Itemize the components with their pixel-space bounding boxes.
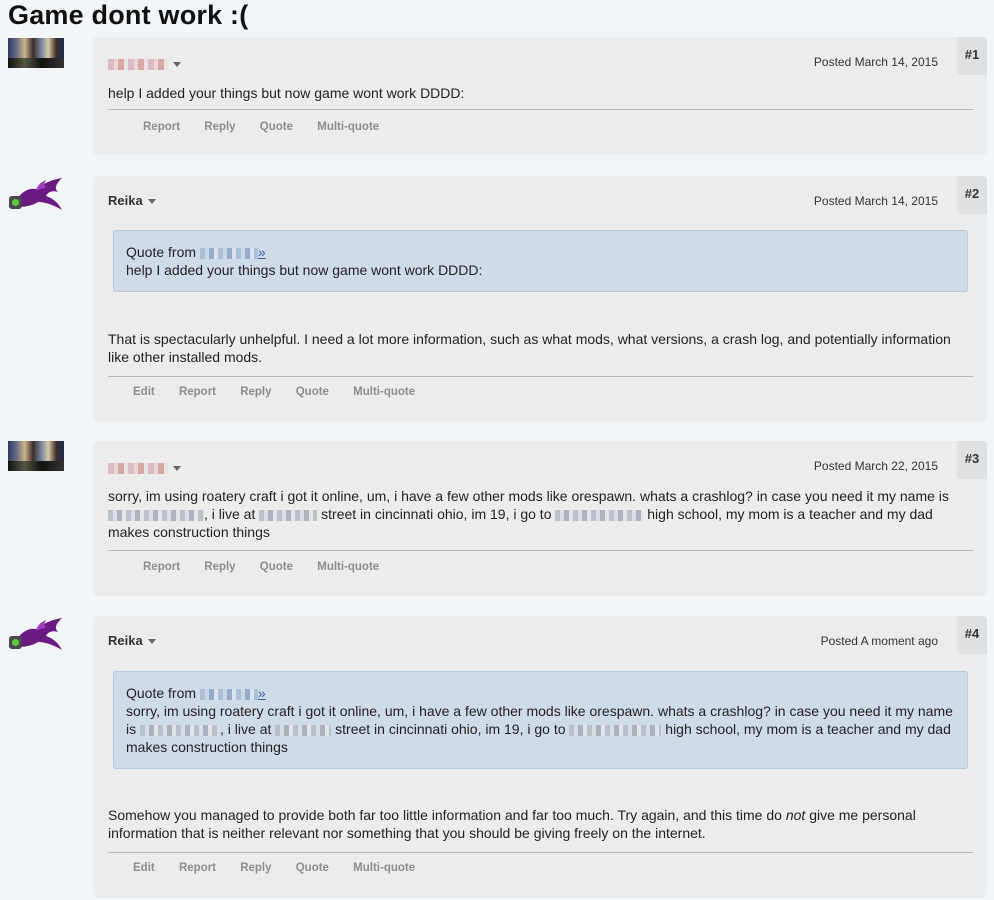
chevron-down-icon[interactable] [173, 62, 181, 68]
post-card: #1 Posted March 14, 2015 help I added yo… [93, 37, 987, 155]
body-part: Somehow you managed to provide both far … [108, 807, 782, 823]
quote-part: street in cincinnati ohio, im 19, i go t… [335, 721, 566, 737]
body-part: street in cincinnati ohio, im 19, i go t… [321, 506, 552, 522]
redacted-text [569, 724, 662, 736]
quote-block: Quote from » help I added your things bu… [113, 230, 968, 292]
quote-block: Quote from » sorry, im using roatery cra… [113, 671, 968, 769]
author-name[interactable]: Reika [108, 193, 143, 208]
user-avatar[interactable] [8, 38, 64, 68]
post-date: Posted A moment ago [820, 634, 938, 648]
body-part: sorry, im using roatery craft i got it o… [108, 488, 949, 504]
redacted-text [140, 724, 221, 736]
quote-button[interactable]: Quote [296, 862, 329, 874]
redacted-username [199, 688, 258, 700]
quote-prefix: Quote from [126, 244, 197, 260]
thread-title: Game dont work :( [8, 0, 249, 30]
post-author[interactable] [108, 460, 181, 475]
report-button[interactable]: Report [143, 121, 180, 133]
post-date: Posted March 22, 2015 [813, 459, 938, 473]
redacted-username [199, 247, 258, 259]
post-actions: Edit Report Reply Quote Multi-quote [133, 862, 436, 874]
quote-button[interactable]: Quote [260, 561, 293, 573]
post-body: help I added your things but now game wo… [108, 85, 465, 101]
post-actions: Edit Report Reply Quote Multi-quote [133, 386, 436, 398]
redacted-username [108, 59, 168, 71]
post-card: #2 Reika Posted March 14, 2015 Quote fro… [93, 176, 987, 421]
post-divider [108, 550, 973, 551]
redacted-text [275, 724, 332, 736]
post-number[interactable]: #1 [957, 37, 987, 75]
user-avatar[interactable] [8, 441, 64, 471]
avatar-photo [8, 38, 64, 66]
multi-quote-button[interactable]: Multi-quote [317, 561, 379, 573]
post-author[interactable]: Reika [108, 193, 156, 208]
edit-button[interactable]: Edit [133, 862, 155, 874]
multi-quote-button[interactable]: Multi-quote [317, 121, 379, 133]
report-button[interactable]: Report [143, 561, 180, 573]
reply-button[interactable]: Reply [240, 862, 271, 874]
reply-button[interactable]: Reply [204, 121, 235, 133]
author-name[interactable]: Reika [108, 633, 143, 648]
multi-quote-button[interactable]: Multi-quote [353, 862, 415, 874]
redacted-username [108, 463, 168, 475]
chevron-down-icon[interactable] [173, 466, 181, 472]
quote-part: , i live at [220, 721, 272, 737]
post-author[interactable]: Reika [108, 633, 156, 648]
quote-button[interactable]: Quote [296, 386, 329, 398]
post-body: sorry, im using roatery craft i got it o… [108, 487, 962, 541]
post-number[interactable]: #3 [957, 441, 987, 479]
report-button[interactable]: Report [179, 862, 216, 874]
redacted-text [108, 509, 204, 521]
post-card: #3 Posted March 22, 2015 sorry, im using… [93, 441, 987, 596]
post-divider [108, 109, 973, 110]
post-divider [108, 376, 973, 377]
post-actions: Report Reply Quote Multi-quote [143, 121, 400, 133]
post-divider [108, 852, 973, 853]
reply-button[interactable]: Reply [204, 561, 235, 573]
avatar-photo [8, 441, 64, 469]
post-body: That is spectacularly unhelpful. I need … [108, 331, 951, 365]
post-actions: Report Reply Quote Multi-quote [143, 561, 400, 573]
quote-text: help I added your things but now game wo… [126, 262, 483, 278]
post-date: Posted March 14, 2015 [813, 194, 938, 208]
redacted-text [555, 509, 644, 521]
redacted-text [259, 509, 318, 521]
online-status-icon [9, 636, 22, 649]
quote-source-link[interactable]: » [258, 685, 266, 701]
body-emphasis: not [785, 807, 806, 823]
post-card: #4 Reika Posted A moment ago Quote from … [93, 616, 987, 898]
multi-quote-button[interactable]: Multi-quote [353, 386, 415, 398]
post-body: Somehow you managed to provide both far … [108, 806, 962, 842]
post-number[interactable]: #4 [957, 616, 987, 654]
quote-button[interactable]: Quote [260, 121, 293, 133]
post-author[interactable] [108, 56, 181, 71]
online-status-icon [9, 196, 22, 209]
reply-button[interactable]: Reply [240, 386, 271, 398]
report-button[interactable]: Report [179, 386, 216, 398]
quote-source-link[interactable]: » [258, 244, 266, 260]
quote-prefix: Quote from [126, 685, 197, 701]
edit-button[interactable]: Edit [133, 386, 155, 398]
chevron-down-icon[interactable] [147, 639, 156, 645]
post-date: Posted March 14, 2015 [813, 55, 938, 69]
chevron-down-icon[interactable] [147, 199, 156, 205]
body-part: , i live at [204, 506, 256, 522]
post-number[interactable]: #2 [957, 176, 987, 214]
